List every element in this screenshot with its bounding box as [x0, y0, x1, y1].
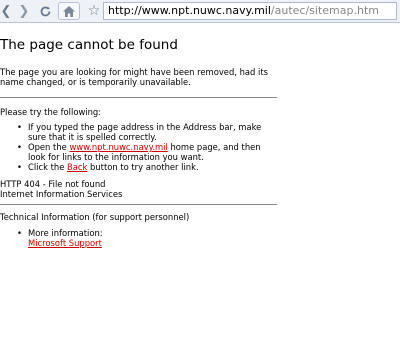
- divider: [0, 97, 277, 98]
- more-info-list: More information: Microsoft Support: [17, 228, 103, 248]
- page-title: The page cannot be found: [0, 37, 178, 53]
- http-status: HTTP 404 - File not found Internet Infor…: [0, 179, 122, 199]
- http-code: HTTP 404 - File not found: [0, 179, 106, 189]
- url-path: /autec/sitemap.htm: [270, 4, 379, 17]
- forward-icon[interactable]: ❯: [14, 2, 34, 20]
- list-item: If you typed the page address in the Add…: [17, 122, 279, 142]
- divider: [0, 204, 277, 205]
- home-icon[interactable]: [59, 2, 79, 20]
- home-page-link[interactable]: www.npt.nuwc.navy.mil: [69, 142, 167, 152]
- reload-icon[interactable]: [35, 2, 55, 20]
- try-heading: Please try the following:: [0, 107, 102, 117]
- bookmark-star-icon[interactable]: ☆: [84, 2, 104, 20]
- back-link[interactable]: Back: [67, 162, 87, 172]
- list-item: Open the www.npt.nuwc.navy.mil home page…: [17, 142, 279, 162]
- intro-text: The page you are looking for might have …: [0, 67, 268, 87]
- microsoft-support-link[interactable]: Microsoft Support: [28, 238, 103, 248]
- browser-toolbar: ❮ ❯ ☆ http://www.npt.nuwc.navy.mil/autec…: [0, 0, 400, 23]
- address-bar[interactable]: http://www.npt.nuwc.navy.mil/autec/sitem…: [103, 2, 397, 20]
- tip3-post: button to try another link.: [87, 162, 199, 172]
- list-item: Click the Back button to try another lin…: [17, 162, 279, 172]
- more-info-label: More information:: [28, 228, 103, 238]
- tip2-pre: Open the: [28, 142, 70, 152]
- url-host: http://www.npt.nuwc.navy.mil: [108, 4, 271, 17]
- server-name: Internet Information Services: [0, 189, 123, 199]
- list-item: More information: Microsoft Support: [17, 228, 103, 248]
- tips-list: If you typed the page address in the Add…: [17, 122, 279, 172]
- tech-heading: Technical Information (for support perso…: [0, 212, 190, 222]
- tip3-pre: Click the: [28, 162, 68, 172]
